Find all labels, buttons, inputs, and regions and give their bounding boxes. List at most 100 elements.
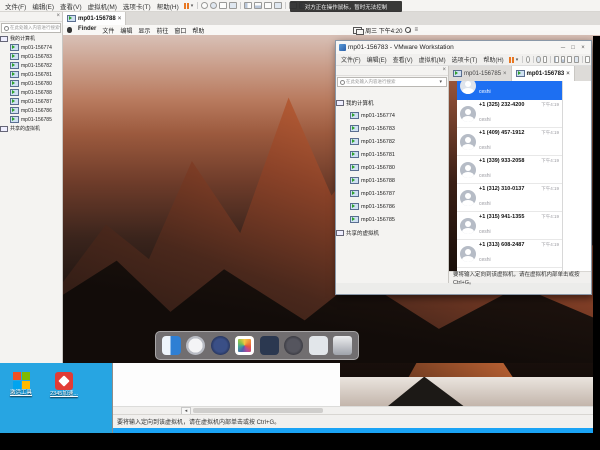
clock-icon[interactable]: [536, 56, 540, 63]
menubar-clock[interactable]: 周三 下午4:20: [365, 26, 402, 35]
chevron-down-icon[interactable]: ▾: [516, 57, 519, 63]
menu-item[interactable]: 编辑(E): [364, 55, 390, 64]
vm-tree-item[interactable]: mp01-156774: [336, 109, 448, 122]
conversation-item[interactable]: +1 (313) 608-2487 下午4:19 ceshi: [457, 240, 562, 268]
conversation-item[interactable]: +1 (325) 232-4200 下午4:19 ceshi: [457, 100, 562, 128]
vm-tab[interactable]: mp01-156785 ×: [449, 66, 512, 81]
close-icon[interactable]: ×: [566, 71, 570, 77]
fullscreen-icon[interactable]: [567, 56, 572, 63]
dock-icon[interactable]: [260, 336, 279, 355]
menu-item[interactable]: 文件(F): [2, 1, 29, 11]
chevron-down-icon[interactable]: ▾: [439, 79, 442, 85]
vm-tree-item[interactable]: mp01-156783: [336, 122, 448, 135]
macos-menu-item[interactable]: Finder: [78, 26, 96, 35]
vm-tree-item[interactable]: mp01-156787: [0, 97, 62, 106]
thumbnail-bar-icon[interactable]: [561, 56, 566, 63]
menu-item[interactable]: 选项卡(T): [120, 1, 154, 11]
spotlight-icon[interactable]: [405, 27, 411, 33]
library-panel-icon[interactable]: [244, 2, 252, 9]
unity-icon[interactable]: [574, 56, 579, 63]
chevron-down-icon[interactable]: ▾: [60, 25, 62, 31]
vm-tree-item[interactable]: mp01-156781: [0, 70, 62, 79]
dock-icon[interactable]: [162, 336, 181, 355]
vm-tree-item[interactable]: mp01-156782: [0, 61, 62, 70]
vm-tree-item[interactable]: mp01-156786: [336, 200, 448, 213]
unity-icon[interactable]: [274, 2, 282, 9]
macos-menu-item[interactable]: 前往: [156, 26, 168, 35]
vm-tab[interactable]: mp01-156788 ×: [63, 12, 126, 25]
vm-tree-item[interactable]: mp01-156788: [0, 88, 62, 97]
library-search[interactable]: 在此处输入内容进行搜索 ▾: [1, 23, 61, 33]
maximize-button[interactable]: □: [568, 45, 578, 51]
vm-tree-item[interactable]: mp01-156781: [336, 148, 448, 161]
vm-tree-item[interactable]: mp01-156774: [0, 43, 62, 52]
conversation-item[interactable]: +1 (312) 310-0137 下午4:19 ceshi: [457, 184, 562, 212]
conversation-item[interactable]: +1 (315) 941-1355 下午4:19 ceshi: [457, 212, 562, 240]
thumbnail-bar-icon[interactable]: [254, 2, 262, 9]
conversation-item[interactable]: +1 (339) 933-2058 下午4:19 ceshi: [457, 156, 562, 184]
notification-center-icon[interactable]: ≡: [414, 27, 418, 33]
vm-tree-item[interactable]: mp01-156780: [336, 161, 448, 174]
dock-icon[interactable]: [211, 336, 230, 355]
fullscreen-icon[interactable]: [264, 2, 272, 9]
vm-tree-item[interactable]: mp01-156782: [336, 135, 448, 148]
vm-tree-item[interactable]: mp01-156786: [0, 106, 62, 115]
close-icon[interactable]: ×: [56, 13, 60, 19]
title-bar[interactable]: mp01-156783 - VMware Workstation ─ □ ×: [336, 41, 591, 54]
tree-shared-vms[interactable]: 共享的虚拟机: [336, 226, 448, 239]
chevron-down-icon[interactable]: ▾: [191, 3, 194, 9]
vm-tree-item[interactable]: mp01-156785: [0, 115, 62, 124]
vm-tree-item[interactable]: mp01-156785: [336, 213, 448, 226]
close-button[interactable]: ×: [578, 45, 588, 51]
menu-item[interactable]: 虚拟机(M): [85, 1, 120, 11]
envelope-icon[interactable]: [585, 56, 590, 63]
menu-item[interactable]: 编辑(E): [29, 1, 57, 11]
pause-icon[interactable]: [509, 57, 514, 63]
conversation-item[interactable]: +1 (409) 457-1912 下午4:19 ceshi: [457, 128, 562, 156]
close-icon[interactable]: ×: [118, 16, 122, 22]
tree-shared-vms[interactable]: 共享的虚拟机: [0, 124, 62, 133]
snapshot-icon[interactable]: [543, 56, 548, 63]
macos-menu-item[interactable]: 窗口: [174, 26, 186, 35]
vm-tree-item[interactable]: mp01-156780: [0, 79, 62, 88]
dock-icon[interactable]: [235, 336, 254, 355]
pause-icon[interactable]: [184, 3, 189, 9]
macos-menu-item[interactable]: 帮助: [192, 26, 204, 35]
menu-item[interactable]: 查看(V): [390, 55, 416, 64]
tree-root-my-computer[interactable]: 我的计算机: [336, 96, 448, 109]
ctrl-alt-del-icon[interactable]: [526, 56, 530, 63]
macos-menu-item[interactable]: 编辑: [120, 26, 132, 35]
vm-display[interactable]: 下午4:19 ceshi +1 (325) 232-4200 下午4:19: [449, 81, 591, 283]
menu-item[interactable]: 虚拟机(M): [416, 55, 449, 64]
close-icon[interactable]: ×: [442, 67, 446, 73]
desktop-icon-activator[interactable]: 激活工具: [1, 372, 41, 396]
vm-tree-item[interactable]: mp01-156788: [336, 174, 448, 187]
ctrl-alt-del-icon[interactable]: [201, 2, 208, 9]
menu-item[interactable]: 选项卡(T): [449, 55, 481, 64]
desktop-icon-2345[interactable]: 2345加速...: [44, 372, 84, 397]
vm-tab-active[interactable]: mp01-156783 ×: [512, 66, 575, 81]
dock-icon[interactable]: [309, 336, 328, 355]
dock-icon[interactable]: [186, 336, 205, 355]
macos-menu-item[interactable]: 显示: [138, 26, 150, 35]
dock-icon[interactable]: [333, 336, 352, 355]
menu-item[interactable]: 查看(V): [57, 1, 85, 11]
dock-icon[interactable]: [284, 336, 303, 355]
snapshot-icon[interactable]: [219, 2, 227, 9]
conversation-selected[interactable]: 下午4:19 ceshi: [457, 81, 562, 100]
display-icon[interactable]: [353, 27, 362, 34]
library-search[interactable]: 在此处输入内容进行搜索 ▾: [337, 77, 447, 87]
menu-item[interactable]: 帮助(H): [154, 1, 182, 11]
menu-item[interactable]: 文件(F): [338, 55, 364, 64]
minimize-button[interactable]: ─: [558, 45, 568, 51]
vm-tree-item[interactable]: mp01-156787: [336, 187, 448, 200]
apple-menu-icon[interactable]: [67, 27, 72, 33]
menu-item[interactable]: 帮助(H): [480, 55, 506, 64]
scrollbar-thumb[interactable]: [193, 408, 323, 413]
clock-icon[interactable]: [210, 2, 217, 9]
settings-icon[interactable]: [229, 2, 237, 9]
macos-menu-item[interactable]: 文件: [102, 26, 114, 35]
vm-tree-item[interactable]: mp01-156783: [0, 52, 62, 61]
tree-root-my-computer[interactable]: 我的计算机: [0, 34, 62, 43]
close-icon[interactable]: ×: [503, 71, 507, 77]
